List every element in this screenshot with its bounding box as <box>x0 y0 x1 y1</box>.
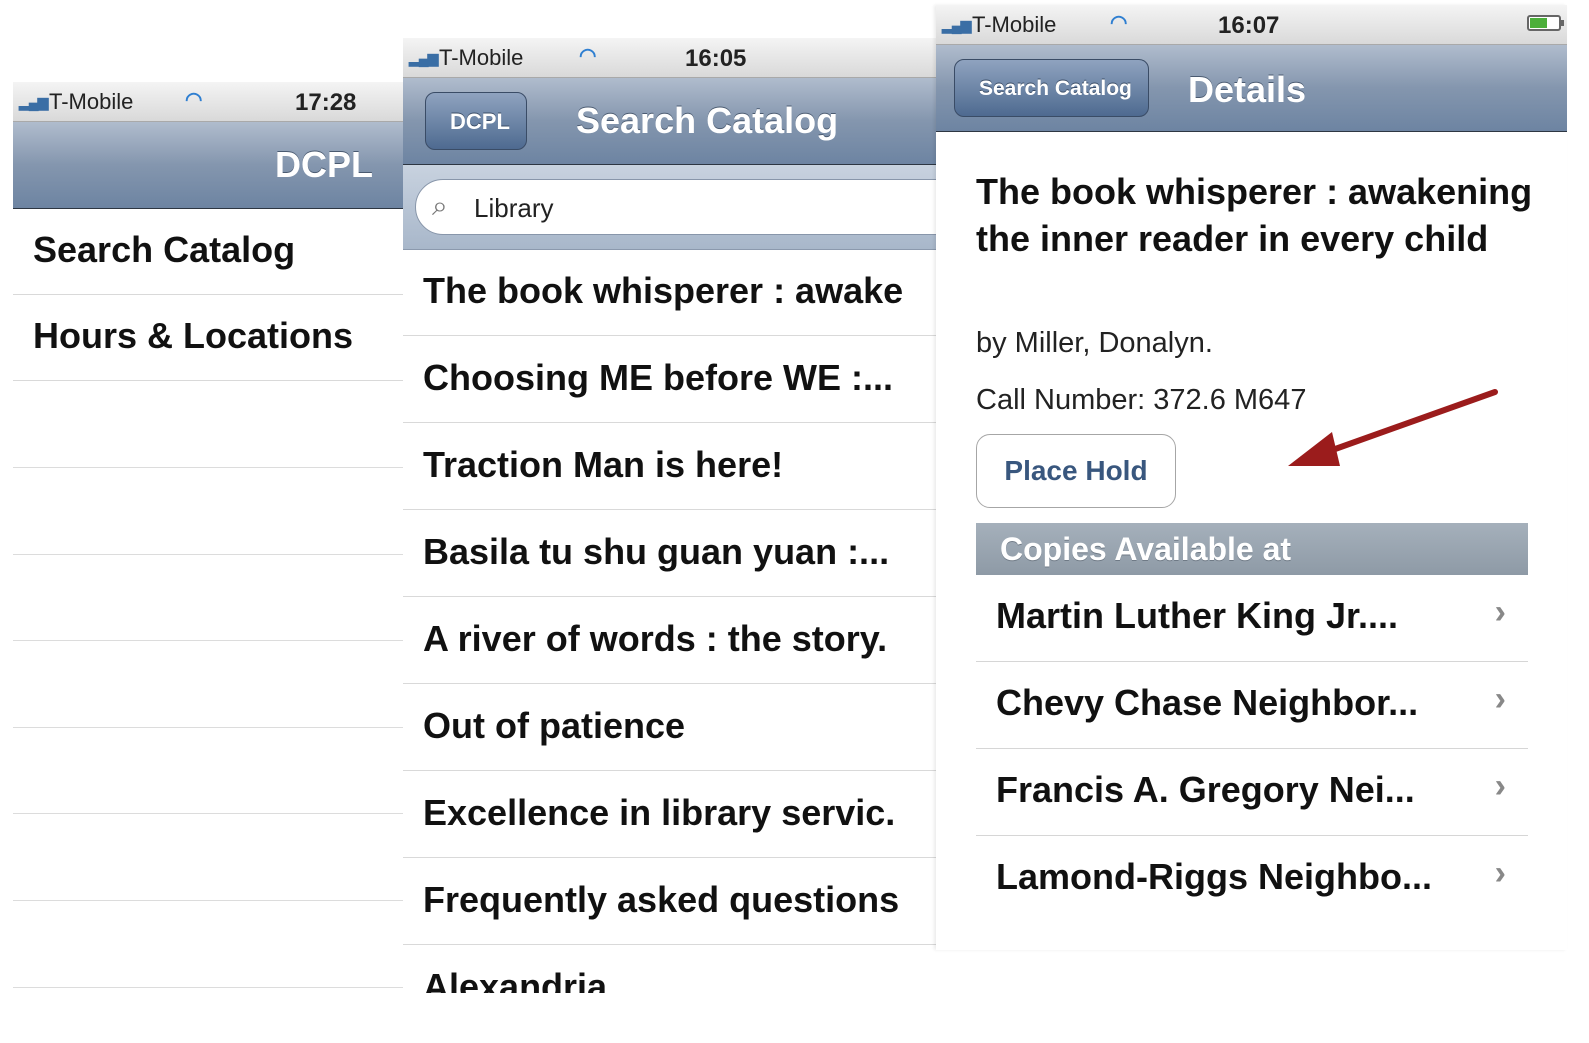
result-row[interactable]: Alexandria <box>403 946 936 993</box>
carrier-label: T-Mobile <box>972 12 1057 37</box>
screen-dcpl-home: ▂▄▆ T-Mobile ◠ 17:28 DCPL Search Catalog… <box>13 82 403 1042</box>
location-name: Lamond-Riggs Neighbo... <box>996 856 1432 897</box>
result-title: Basila tu shu guan yuan :... <box>423 531 890 572</box>
carrier-label: T-Mobile <box>439 45 524 70</box>
search-input[interactable]: ⌕ Library <box>415 179 936 235</box>
navigation-bar: Search Catalog Details <box>936 45 1567 132</box>
back-button-label: Search Catalog <box>979 77 1132 100</box>
nav-title: Details <box>1188 69 1307 110</box>
signal-bars-icon: ▂▄▆ <box>19 94 48 110</box>
chevron-right-icon: › <box>1494 593 1506 631</box>
wifi-icon: ◠ <box>1110 12 1128 34</box>
result-title: Excellence in library servic. <box>423 792 896 833</box>
back-button[interactable]: Search Catalog <box>954 59 1149 117</box>
back-button[interactable]: DCPL <box>425 92 527 150</box>
divider <box>13 987 403 988</box>
result-title: Traction Man is here! <box>423 444 784 485</box>
carrier-label: T-Mobile <box>49 89 134 114</box>
divider <box>13 900 403 901</box>
search-input-value: Library <box>474 193 554 223</box>
result-title: Out of patience <box>423 705 686 746</box>
result-title: The book whisperer : awake <box>423 270 904 311</box>
book-title: The book whisperer : awakening the inner… <box>976 171 1533 259</box>
navigation-bar: DCPL <box>13 122 403 209</box>
chevron-right-icon: › <box>1494 767 1506 805</box>
battery-icon <box>1527 15 1564 31</box>
result-title: Choosing ME before WE :... <box>423 357 893 398</box>
chevron-right-icon: › <box>1494 854 1506 892</box>
menu-item-search-catalog[interactable]: Search Catalog <box>13 209 403 295</box>
copies-section-header: Copies Available at <box>976 523 1528 575</box>
book-author: by Miller, Donalyn. <box>976 327 1213 359</box>
clock: 16:07 <box>1218 12 1280 39</box>
result-title: A river of words : the story. <box>423 618 888 659</box>
status-bar: ▂▄▆ T-Mobile ◠ 16:07 <box>936 5 1567 45</box>
result-title: Alexandria <box>423 966 608 993</box>
menu-item-label: Hours & Locations <box>33 315 354 356</box>
screen-search-results: ▂▄▆ T-Mobile ◠ 16:05 DCPL Search Catalog… <box>403 38 936 993</box>
result-row[interactable]: Choosing ME before WE :... <box>403 337 936 423</box>
result-row[interactable]: Traction Man is here! <box>403 424 936 510</box>
result-row[interactable]: Out of patience <box>403 685 936 771</box>
divider <box>13 813 403 814</box>
signal-bars-icon: ▂▄▆ <box>942 17 971 33</box>
battery-fill <box>1530 18 1547 28</box>
location-name: Martin Luther King Jr.... <box>996 595 1399 636</box>
place-hold-button[interactable]: Place Hold <box>976 434 1176 508</box>
nav-title: Search Catalog <box>576 100 839 141</box>
clock: 16:05 <box>685 45 747 72</box>
divider <box>13 640 403 641</box>
search-icon: ⌕ <box>432 190 448 221</box>
navigation-bar: DCPL Search Catalog <box>403 78 936 165</box>
back-button-label: DCPL <box>450 109 510 134</box>
red-arrow-annotation <box>1288 389 1498 466</box>
location-name: Chevy Chase Neighbor... <box>996 682 1419 723</box>
location-row[interactable]: Francis A. Gregory Nei... › <box>976 749 1528 836</box>
divider <box>13 554 403 555</box>
search-bar: ⌕ Library <box>403 165 936 250</box>
result-row[interactable]: Basila tu shu guan yuan :... <box>403 511 936 597</box>
signal-bars-icon: ▂▄▆ <box>409 50 438 66</box>
clock: 17:28 <box>295 89 357 116</box>
menu-item-hours-locations[interactable]: Hours & Locations <box>13 295 403 381</box>
divider <box>13 727 403 728</box>
call-number: Call Number: 372.6 M647 <box>976 384 1307 416</box>
status-bar: ▂▄▆ T-Mobile ◠ 16:05 <box>403 38 936 78</box>
location-row[interactable]: Chevy Chase Neighbor... › <box>976 662 1528 749</box>
result-title: Frequently asked questions <box>423 879 900 920</box>
result-row[interactable]: A river of words : the story. <box>403 598 936 684</box>
location-name: Francis A. Gregory Nei... <box>996 769 1415 810</box>
wifi-icon: ◠ <box>185 89 203 111</box>
location-row[interactable]: Lamond-Riggs Neighbo... › <box>976 836 1528 923</box>
status-bar: ▂▄▆ T-Mobile ◠ 17:28 <box>13 82 403 122</box>
menu-item-label: Search Catalog <box>33 229 296 270</box>
nav-title: DCPL <box>275 144 373 185</box>
result-row[interactable]: Frequently asked questions <box>403 859 936 945</box>
wifi-icon: ◠ <box>579 45 597 67</box>
result-row[interactable]: Excellence in library servic. <box>403 772 936 858</box>
divider <box>13 467 403 468</box>
location-row[interactable]: Martin Luther King Jr.... › <box>976 575 1528 662</box>
result-row[interactable]: The book whisperer : awake <box>403 250 936 336</box>
chevron-right-icon: › <box>1494 680 1506 718</box>
